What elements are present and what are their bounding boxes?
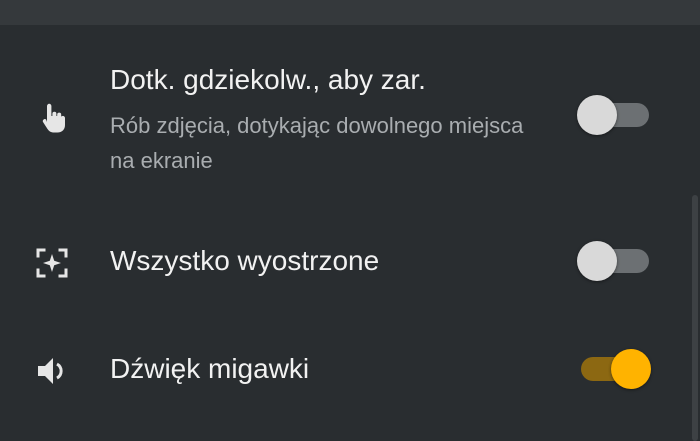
setting-title: Dźwięk migawki — [110, 353, 310, 384]
speaker-icon — [34, 353, 70, 389]
setting-touch-anywhere[interactable]: Dotk. gdziekolw., aby zar. Rób zdjęcia, … — [0, 60, 700, 190]
setting-title: Dotk. gdziekolw., aby zar. — [110, 64, 426, 95]
focus-sparkle-icon — [34, 245, 70, 281]
toggle-thumb — [577, 95, 617, 135]
setting-subtitle: Rób zdjęcia, dotykając dowolnego miejsca… — [110, 113, 524, 173]
all-in-focus-toggle[interactable] — [577, 241, 651, 281]
setting-shutter-sound[interactable]: Dźwięk migawki — [0, 335, 700, 415]
setting-all-in-focus[interactable]: Wszystko wyostrzone — [0, 225, 700, 305]
top-bar — [0, 0, 700, 25]
touch-anywhere-toggle[interactable] — [577, 95, 651, 135]
setting-title: Wszystko wyostrzone — [110, 245, 380, 276]
tap-finger-icon — [34, 100, 70, 136]
toggle-thumb — [577, 241, 617, 281]
toggle-thumb — [611, 349, 651, 389]
shutter-sound-toggle[interactable] — [577, 349, 651, 389]
